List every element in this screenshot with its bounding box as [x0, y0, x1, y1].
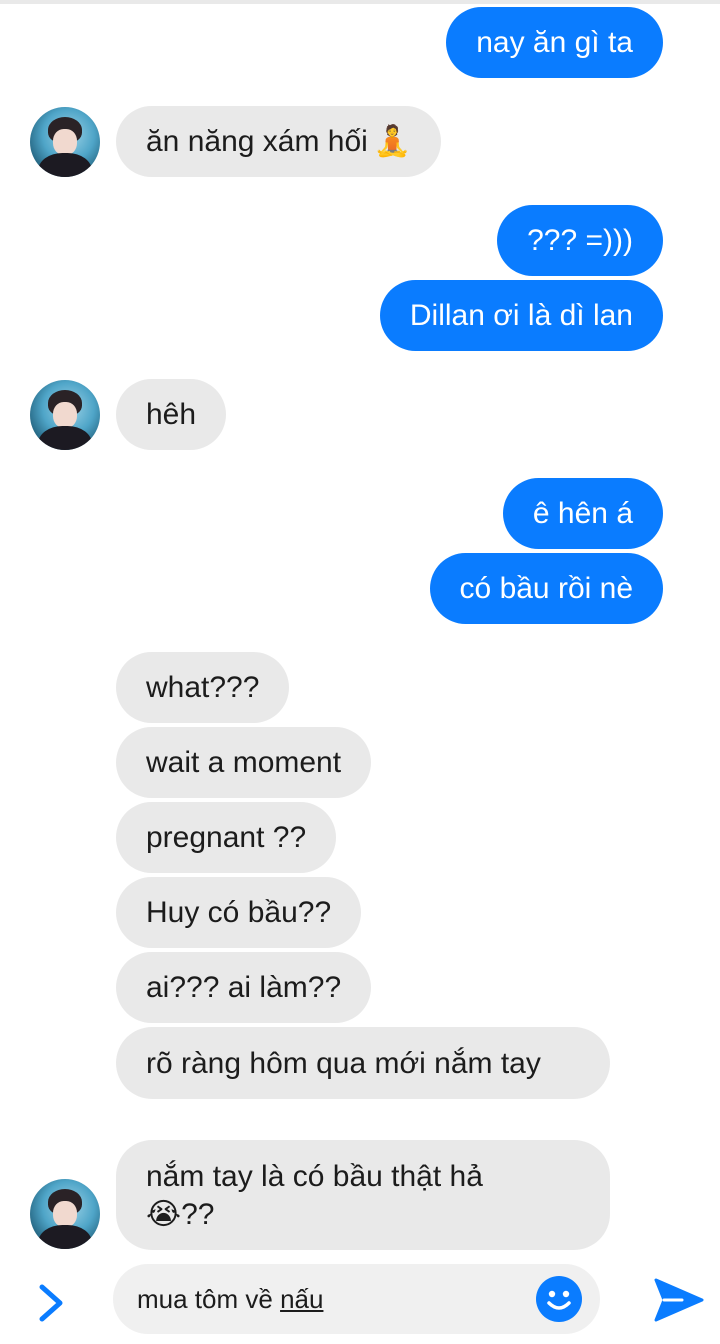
input-text-underlined: nấu	[280, 1283, 324, 1314]
message-input[interactable]: mua tôm về nấu	[113, 1264, 600, 1334]
message-text: hêh	[146, 397, 197, 431]
message-text: what???	[146, 670, 260, 704]
incoming-message[interactable]: rõ ràng hôm qua mới nắm tay	[116, 1027, 610, 1099]
message-text: nay ăn gì ta	[476, 25, 633, 59]
message-text: có bầu rồi nè	[459, 571, 633, 605]
incoming-message[interactable]: nắm tay là có bầu thật hả 😭??	[116, 1140, 610, 1250]
send-icon[interactable]	[652, 1276, 706, 1324]
message-text: ê hên á	[532, 496, 633, 530]
message-composer: mua tôm về nấu	[0, 1256, 720, 1344]
message-text-tail: ??	[181, 1198, 215, 1231]
message-text: ăn năng xám hối	[146, 124, 368, 158]
outgoing-message[interactable]: có bầu rồi nè	[429, 553, 663, 624]
top-divider	[0, 0, 720, 4]
contact-avatar[interactable]	[30, 107, 100, 177]
contact-avatar[interactable]	[30, 380, 100, 450]
message-text: Dillan ơi là dì lan	[409, 298, 633, 332]
message-text: wait a moment	[146, 745, 342, 779]
message-text: rõ ràng hôm qua mới nắm tay	[146, 1047, 541, 1080]
smile-icon[interactable]	[536, 1276, 582, 1322]
incoming-message[interactable]: what???	[116, 652, 290, 723]
incoming-message[interactable]: pregnant ??	[116, 802, 337, 873]
message-text: pregnant ??	[146, 820, 307, 854]
outgoing-message[interactable]: ??? =)))	[497, 205, 663, 276]
chevron-right-icon[interactable]	[36, 1283, 66, 1323]
contact-avatar[interactable]	[30, 1179, 100, 1249]
person-meditating-emoji: 🧘	[373, 124, 412, 158]
message-text: ??? =)))	[527, 223, 633, 257]
incoming-message[interactable]: ăn năng xám hối 🧘	[116, 106, 442, 177]
message-text: Huy có bầu??	[146, 895, 332, 929]
incoming-message[interactable]: Huy có bầu??	[116, 877, 362, 948]
incoming-message[interactable]: hêh	[116, 379, 227, 450]
loudly-crying-emoji: 😭	[146, 1198, 182, 1231]
outgoing-message[interactable]: ê hên á	[502, 478, 663, 549]
message-text: ai??? ai làm??	[146, 970, 342, 1004]
message-text: nắm tay là có bầu thật hả	[146, 1160, 483, 1193]
input-text: mua tôm về	[137, 1283, 281, 1314]
incoming-message[interactable]: ai??? ai làm??	[116, 952, 372, 1023]
outgoing-message[interactable]: nay ăn gì ta	[446, 7, 663, 78]
outgoing-message[interactable]: Dillan ơi là dì lan	[379, 280, 663, 351]
incoming-message[interactable]: wait a moment	[116, 727, 372, 798]
